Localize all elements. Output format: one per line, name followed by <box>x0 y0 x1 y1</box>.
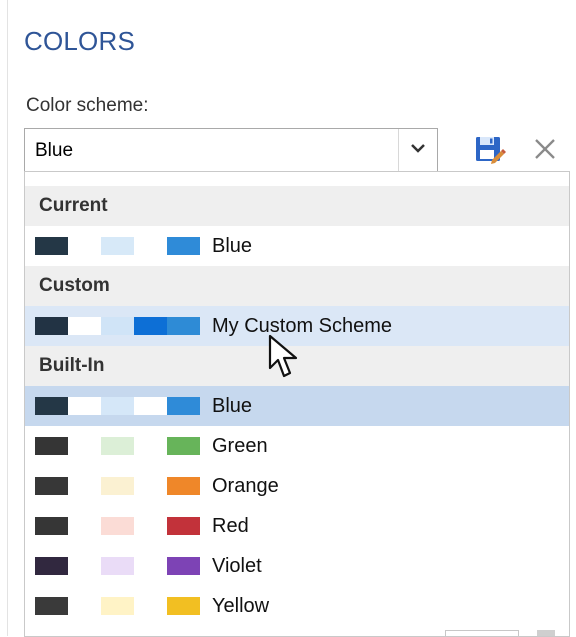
save-scheme-button[interactable] <box>472 134 506 168</box>
color-swatch <box>101 397 134 415</box>
color-swatch <box>134 237 167 255</box>
color-swatch <box>68 517 101 535</box>
color-swatch <box>68 437 101 455</box>
color-swatch <box>101 237 134 255</box>
scheme-label: Blue <box>212 394 253 417</box>
scheme-option-current-blue[interactable]: Blue <box>25 226 569 266</box>
swatch-strip <box>35 517 200 535</box>
color-swatch <box>35 317 68 335</box>
scheme-label: Orange <box>212 474 279 497</box>
scheme-option-green[interactable]: Green <box>25 426 569 466</box>
panel-title: COLORS <box>24 26 136 56</box>
scheme-option-red[interactable]: Red <box>25 506 569 546</box>
color-swatch <box>134 317 167 335</box>
color-swatch <box>167 557 200 575</box>
color-swatch <box>167 597 200 615</box>
group-header-custom: Custom <box>25 266 569 306</box>
chevron-down-icon <box>410 141 426 159</box>
color-swatch <box>35 437 68 455</box>
group-header-current: Current <box>25 186 569 226</box>
panel-divider <box>7 0 8 636</box>
color-swatch <box>101 597 134 615</box>
color-swatch <box>167 437 200 455</box>
color-scheme-dropdown-list: Current Blue Custom My Custom Scheme Bui… <box>24 171 570 637</box>
color-swatch <box>101 317 134 335</box>
color-swatch <box>134 517 167 535</box>
color-swatch <box>35 477 68 495</box>
color-swatch <box>101 557 134 575</box>
swatch-strip <box>35 317 200 335</box>
scheme-label: Yellow <box>212 594 270 617</box>
scheme-label: My Custom Scheme <box>212 314 393 337</box>
color-swatch <box>134 397 167 415</box>
color-swatch <box>167 517 200 535</box>
group-header-built-in: Built-In <box>25 346 569 386</box>
color-swatch <box>35 597 68 615</box>
color-swatch <box>167 317 200 335</box>
swatch-strip <box>35 437 200 455</box>
color-swatch <box>101 517 134 535</box>
swatch-strip <box>35 557 200 575</box>
color-swatch <box>68 237 101 255</box>
color-swatch <box>68 477 101 495</box>
scheme-option-yellow[interactable]: Yellow <box>25 586 569 626</box>
dropdown-arrow-button[interactable] <box>398 129 437 171</box>
color-swatch <box>35 517 68 535</box>
color-swatch <box>101 477 134 495</box>
color-swatch <box>134 597 167 615</box>
color-swatch <box>134 437 167 455</box>
color-swatch <box>68 317 101 335</box>
scheme-label: Blue <box>212 234 253 257</box>
color-swatch <box>68 597 101 615</box>
scheme-option-my-custom-scheme[interactable]: My Custom Scheme <box>25 306 569 346</box>
close-icon <box>532 136 558 167</box>
swatch-strip <box>35 397 200 415</box>
colors-panel: COLORS Color scheme: Blue Current Blue C… <box>0 0 576 637</box>
scheme-option-violet[interactable]: Violet <box>25 546 569 586</box>
scheme-label: Green <box>212 434 268 457</box>
color-swatch <box>167 477 200 495</box>
color-swatch <box>167 397 200 415</box>
clear-scheme-button[interactable] <box>528 134 562 168</box>
color-swatch <box>35 397 68 415</box>
scheme-option-built-in-blue[interactable]: Blue <box>25 386 569 426</box>
swatch-strip <box>35 237 200 255</box>
color-swatch <box>101 437 134 455</box>
color-scheme-label: Color scheme: <box>26 95 149 116</box>
swatch-strip <box>35 597 200 615</box>
color-swatch <box>167 237 200 255</box>
swatch-strip <box>35 477 200 495</box>
color-scheme-select[interactable]: Blue <box>24 128 438 172</box>
scheme-label: Red <box>212 514 249 537</box>
color-scheme-selected-value: Blue <box>35 140 74 161</box>
color-swatch <box>35 237 68 255</box>
color-swatch <box>35 557 68 575</box>
color-swatch <box>68 397 101 415</box>
color-swatch <box>134 557 167 575</box>
scheme-option-orange[interactable]: Orange <box>25 466 569 506</box>
color-swatch <box>68 557 101 575</box>
save-scheme-icon <box>472 132 506 171</box>
scheme-label: Violet <box>212 554 262 577</box>
color-swatch <box>134 477 167 495</box>
